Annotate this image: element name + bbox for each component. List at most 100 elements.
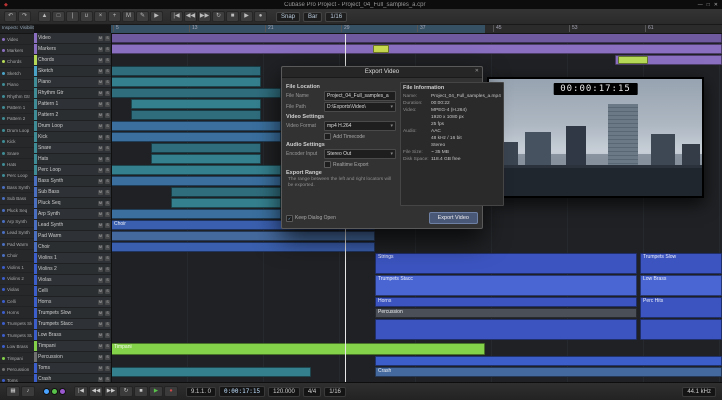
visibility-item[interactable]: Sub Bass <box>0 193 34 205</box>
solo-button[interactable]: S <box>105 46 110 52</box>
clip[interactable] <box>111 77 261 87</box>
clip[interactable] <box>111 367 311 377</box>
mute-button[interactable]: M <box>98 57 103 63</box>
go-to-start-button[interactable]: |◀ <box>170 11 183 22</box>
clip[interactable] <box>111 121 281 131</box>
track-header[interactable]: Sketch M S <box>34 66 111 77</box>
solo-button[interactable]: S <box>105 222 110 228</box>
cycle-button[interactable]: ↻ <box>212 11 225 22</box>
track-header[interactable]: Arp Synth M S <box>34 209 111 220</box>
clip[interactable]: Trumpets Stacc <box>375 275 637 296</box>
encoder-input-dropdown[interactable]: Stereo Out ▾ <box>324 149 396 159</box>
mute-button[interactable]: M <box>98 376 103 382</box>
track-header[interactable]: Chords M S <box>34 55 111 66</box>
mute-button[interactable]: M <box>98 145 103 151</box>
mute-button[interactable]: M <box>98 123 103 129</box>
solo-button[interactable]: S <box>105 178 110 184</box>
solo-button[interactable]: S <box>105 156 110 162</box>
mute-button[interactable]: M <box>98 134 103 140</box>
clip[interactable] <box>111 66 261 76</box>
solo-button[interactable]: S <box>105 255 110 261</box>
mute-button[interactable]: M <box>98 299 103 305</box>
track-header[interactable]: Pad Warm M S <box>34 231 111 242</box>
dialog-close-icon[interactable]: ✕ <box>475 68 479 74</box>
mute-button[interactable]: M <box>98 46 103 52</box>
mute-button[interactable]: M <box>98 233 103 239</box>
visibility-item[interactable]: Violins 1 <box>0 262 34 274</box>
solo-button[interactable]: S <box>105 332 110 338</box>
draw-tool[interactable]: ✎ <box>136 11 149 22</box>
mixconsole-button[interactable]: ▦ <box>6 386 20 397</box>
stop-button[interactable]: ■ <box>134 386 148 397</box>
track-header[interactable]: Violins 1 M S <box>34 253 111 264</box>
clip[interactable] <box>111 88 281 98</box>
solo-button[interactable]: S <box>105 288 110 294</box>
clip[interactable] <box>111 209 281 219</box>
visibility-item[interactable]: Timpani <box>0 353 34 365</box>
forward-button[interactable]: ▶▶ <box>104 386 118 397</box>
solo-button[interactable]: S <box>105 233 110 239</box>
solo-button[interactable]: S <box>105 365 110 371</box>
track-header[interactable]: Video M S <box>34 33 111 44</box>
visibility-item[interactable]: Bass Synth <box>0 182 34 194</box>
solo-button[interactable]: S <box>105 90 110 96</box>
track-header[interactable]: Drum Loop M S <box>34 121 111 132</box>
mute-button[interactable]: M <box>98 255 103 261</box>
clip[interactable]: Crash <box>375 367 722 377</box>
solo-button[interactable]: S <box>105 200 110 206</box>
mute-button[interactable]: M <box>98 112 103 118</box>
time-signature-display[interactable]: 4/4 <box>302 386 322 397</box>
mute-button[interactable]: M <box>98 244 103 250</box>
visibility-item[interactable]: Trumpets Slow <box>0 319 34 331</box>
solo-button[interactable]: S <box>105 134 110 140</box>
clip[interactable] <box>373 45 389 53</box>
tempo-display[interactable]: 120.000 <box>268 386 300 397</box>
track-header[interactable]: Choir M S <box>34 242 111 253</box>
visibility-item[interactable]: Sketch <box>0 68 34 80</box>
visibility-item[interactable]: Violas <box>0 285 34 296</box>
mute-button[interactable]: M <box>98 68 103 74</box>
clip[interactable] <box>151 143 261 153</box>
solo-button[interactable]: S <box>105 354 110 360</box>
play-button[interactable]: ▶ <box>149 386 163 397</box>
go-to-start-button[interactable]: |◀ <box>74 386 88 397</box>
track-header[interactable]: Snare M S <box>34 143 111 154</box>
track-header[interactable]: Perc Loop M S <box>34 165 111 176</box>
clip[interactable] <box>111 165 281 175</box>
video-player-window[interactable]: 00:00:17:15 <box>487 77 704 198</box>
clip[interactable] <box>111 176 281 186</box>
solo-button[interactable]: S <box>105 299 110 305</box>
track-header[interactable]: Low Brass M S <box>34 330 111 341</box>
solo-button[interactable]: S <box>105 68 110 74</box>
toolbar-display[interactable]: Snap <box>276 11 301 22</box>
visibility-item[interactable]: Trumpets Stacc <box>0 330 34 342</box>
solo-button[interactable]: S <box>105 321 110 327</box>
range-selection-tool[interactable]: □ <box>52 11 65 22</box>
clip[interactable] <box>171 198 281 208</box>
clip[interactable]: Strings <box>375 253 637 274</box>
visibility-item[interactable]: Horns <box>0 307 34 319</box>
visibility-item[interactable]: Pattern 1 <box>0 102 34 114</box>
close-button[interactable]: ✕ <box>714 2 718 8</box>
visibility-item[interactable]: Pattern 2 <box>0 114 34 126</box>
solo-button[interactable]: S <box>105 35 110 41</box>
add-timecode-checkbox[interactable] <box>324 133 331 140</box>
solo-button[interactable]: S <box>105 211 110 217</box>
clip[interactable] <box>111 132 281 142</box>
record-button[interactable]: ● <box>254 11 267 22</box>
clip[interactable]: Perc Hits <box>640 297 722 318</box>
mute-button[interactable]: M <box>98 90 103 96</box>
track-header[interactable]: Violins 2 M S <box>34 264 111 275</box>
rewind-button[interactable]: ◀◀ <box>184 11 197 22</box>
redo-button[interactable]: ↷ <box>18 11 31 22</box>
clip[interactable]: Trumpets Slow <box>640 253 722 274</box>
visibility-item[interactable]: Pad Warm <box>0 239 34 251</box>
track-header[interactable]: Toms M S <box>34 363 111 374</box>
visibility-item[interactable]: Markers <box>0 45 34 57</box>
rewind-button[interactable]: ◀◀ <box>89 386 103 397</box>
timeline-ruler[interactable]: 5 13 21 29 37 45 53 61 <box>111 24 722 34</box>
track-header[interactable]: Pattern 2 M S <box>34 110 111 121</box>
play-tool[interactable]: ▶ <box>150 11 163 22</box>
cycle-region[interactable] <box>111 24 485 33</box>
mute-button[interactable]: M <box>98 211 103 217</box>
